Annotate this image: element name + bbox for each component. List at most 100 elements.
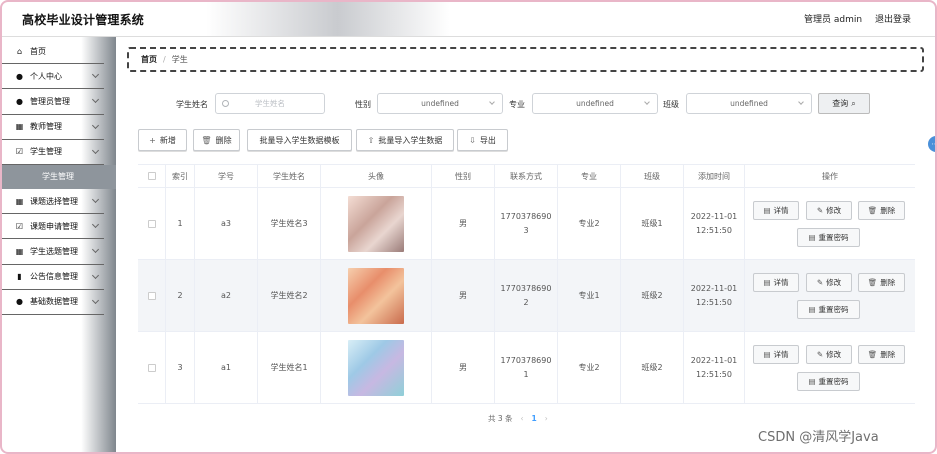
plus-icon: + (149, 135, 156, 145)
grid-icon: ▦ (15, 122, 24, 132)
floating-side-tab[interactable]: ⋯ (928, 136, 937, 152)
sidebar-item-label: 教师管理 (30, 122, 62, 132)
query-button[interactable]: 查询 ⌕ (818, 93, 870, 114)
trash-icon: 🗑 (867, 350, 878, 359)
edit-button[interactable]: ✎ 修改 (806, 345, 852, 364)
detail-button[interactable]: ▤ 详情 (753, 345, 799, 364)
import-data-label: 批量导入学生数据 (378, 135, 443, 145)
sidebar-item-teacher-management[interactable]: ▦ 教师管理 (0, 115, 104, 140)
sidebar-subitem-label: 学生管理 (42, 172, 74, 182)
sidebar-item-student-management[interactable]: ☑ 学生管理 (0, 140, 104, 165)
student-name-input[interactable]: 学生姓名 (215, 93, 325, 114)
cell-class: 班级1 (621, 188, 684, 259)
watermark: CSDN @清风学Java (758, 430, 879, 445)
cell-avatar (321, 332, 432, 403)
class-select[interactable]: undefined (686, 93, 812, 114)
sidebar-item-topic-selection[interactable]: ▦ 课题选择管理 (0, 189, 104, 215)
checkbox-icon: ☑ (15, 147, 24, 157)
gender-select-value: undefined (421, 99, 459, 108)
sidebar-subitem-student-management[interactable]: 学生管理 (0, 164, 116, 189)
checkbox-icon[interactable] (147, 291, 156, 300)
header-student-no: 学号 (195, 165, 258, 187)
sidebar-item-label: 首页 (30, 46, 46, 56)
sidebar-item-student-topics[interactable]: ▦ 学生选题管理 (0, 239, 104, 265)
query-button-label: 查询 (832, 99, 849, 108)
trash-icon: 🗑 (201, 135, 212, 145)
location-pin-icon: ● (16, 297, 23, 307)
header-phone: 联系方式 (495, 165, 558, 187)
pagination: 共 3 条 ‹ 1 › (488, 412, 556, 424)
edit-icon: ✎ (816, 350, 824, 359)
edit-button[interactable]: ✎ 修改 (806, 201, 852, 220)
sidebar-item-admin-management[interactable]: ● 管理员管理 (0, 89, 104, 115)
major-select[interactable]: undefined (532, 93, 658, 114)
header-index: 索引 (166, 165, 195, 187)
download-icon: ⇩ (469, 135, 476, 145)
row-select[interactable] (138, 188, 166, 259)
header-student-name: 学生姓名 (258, 165, 321, 187)
edit-label: 修改 (826, 350, 842, 359)
delete-row-button[interactable]: 🗑 删除 (858, 201, 905, 220)
delete-label: 删除 (880, 278, 896, 287)
add-button[interactable]: + 新增 (138, 129, 187, 151)
table-row: 1 a3 学生姓名3 男 1770378690 3 专业2 班级1 2022-1… (138, 188, 915, 260)
reset-password-button[interactable]: ▤ 重置密码 (797, 300, 860, 319)
upload-icon: ⇧ (367, 135, 375, 145)
row-select[interactable] (138, 332, 166, 403)
checkbox-icon: ☑ (15, 221, 24, 231)
checkbox-icon[interactable] (147, 363, 156, 372)
delete-row-button[interactable]: 🗑 删除 (858, 273, 905, 292)
reset-password-button[interactable]: ▤ 重置密码 (797, 228, 860, 247)
prev-page-button[interactable]: ‹ (521, 414, 524, 423)
document-icon: ▤ (808, 305, 816, 314)
cell-phone: 1770378690 2 (495, 260, 558, 331)
delete-button[interactable]: 🗑 删除 (193, 129, 240, 151)
delete-row-button[interactable]: 🗑 删除 (858, 345, 905, 364)
detail-label: 详情 (773, 206, 789, 215)
detail-label: 详情 (773, 350, 789, 359)
checkbox-icon[interactable] (147, 219, 156, 228)
edit-button[interactable]: ✎ 修改 (806, 273, 852, 292)
import-template-button[interactable]: 批量导入学生数据模板 (247, 129, 352, 151)
page-number-current[interactable]: 1 (532, 414, 537, 423)
phone-line-1: 1770378690 (500, 283, 552, 293)
next-page-button[interactable]: › (545, 414, 548, 423)
header-select-all[interactable] (138, 165, 166, 187)
cell-major: 专业2 (558, 188, 621, 259)
import-template-label: 批量导入学生数据模板 (259, 135, 340, 145)
detail-button[interactable]: ▤ 详情 (753, 201, 799, 220)
import-data-button[interactable]: ⇧ 批量导入学生数据 (356, 129, 454, 151)
breadcrumb-separator: / (163, 55, 166, 64)
edit-icon: ✎ (816, 206, 824, 215)
cell-actions: ▤ 详情 ✎ 修改 🗑 删除 ▤ 重置密码 (745, 188, 915, 259)
home-icon: ⌂ (16, 46, 23, 56)
chevron-down-icon (91, 146, 100, 154)
cell-major: 专业2 (558, 332, 621, 403)
header-avatar: 头像 (321, 165, 432, 187)
sidebar-item-announcements[interactable]: ▮ 公告信息管理 (0, 265, 104, 290)
export-button[interactable]: ⇩ 导出 (457, 129, 508, 151)
phone-line-2: 2 (523, 297, 529, 307)
chevron-down-icon (91, 221, 100, 229)
delete-button-label: 删除 (215, 135, 232, 145)
phone-line-1: 1770378690 (500, 211, 552, 221)
logout-link[interactable]: 退出登录 (875, 12, 911, 25)
sidebar-item-home[interactable]: ⌂ 首页 (0, 39, 104, 65)
document-icon: ▤ (763, 350, 771, 359)
cell-class: 班级2 (621, 260, 684, 331)
sidebar-item-topic-application[interactable]: ☑ 课题申请管理 (0, 214, 104, 240)
cell-student-name: 学生姓名2 (258, 260, 321, 331)
detail-button[interactable]: ▤ 详情 (753, 273, 799, 292)
chevron-down-icon (798, 99, 804, 105)
row-select[interactable] (138, 260, 166, 331)
reset-password-button[interactable]: ▤ 重置密码 (797, 372, 860, 391)
sidebar-item-personal-center[interactable]: ● 个人中心 (0, 64, 104, 90)
cell-avatar (321, 260, 432, 331)
student-name-label: 学生姓名 (176, 100, 208, 109)
header-major: 专业 (558, 165, 621, 187)
gender-select[interactable]: undefined (377, 93, 503, 114)
sidebar-item-base-data[interactable]: ● 基础数据管理 (0, 290, 104, 315)
added-time: 12:51:50 (696, 369, 732, 379)
checkbox-icon[interactable] (147, 172, 156, 180)
breadcrumb-home[interactable]: 首页 (141, 54, 157, 65)
